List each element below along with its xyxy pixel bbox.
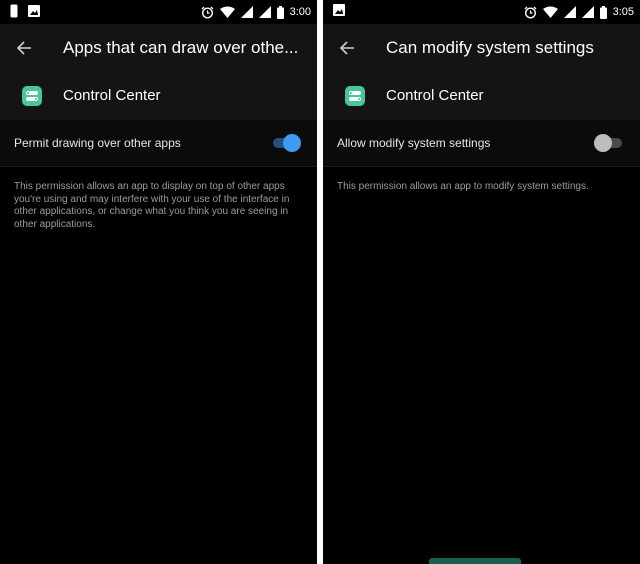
back-arrow-icon [339, 41, 354, 55]
header: Apps that can draw over othe... [0, 24, 317, 72]
image-notification-icon [333, 4, 345, 16]
page-title: Apps that can draw over othe... [63, 38, 299, 57]
permit-drawing-toggle[interactable] [271, 134, 301, 152]
image-notification-icon [28, 5, 40, 17]
modify-settings-label: Allow modify system settings [337, 136, 491, 150]
control-center-app-icon [22, 86, 42, 106]
phone-notification-icon [10, 4, 18, 18]
signal-2-icon [581, 6, 594, 18]
app-name: Control Center [63, 87, 161, 104]
wifi-icon [542, 6, 558, 18]
control-center-app-icon [345, 86, 365, 106]
alarm-icon [524, 6, 537, 19]
status-bar: 3:05 [323, 0, 640, 24]
back-arrow-icon [16, 41, 31, 55]
clock: 3:05 [612, 6, 634, 18]
wifi-icon [219, 6, 235, 18]
permission-description: This permission allows an app to display… [14, 181, 290, 230]
app-name: Control Center [386, 87, 484, 104]
right-screen: 3:05 Can modify system settings Control … [323, 0, 640, 564]
permit-drawing-row[interactable]: Permit drawing over other apps [0, 120, 317, 167]
header: Can modify system settings [323, 24, 640, 72]
left-screen: 3:00 Apps that can draw over othe... Con… [0, 0, 317, 564]
modify-settings-row[interactable]: Allow modify system settings [323, 120, 640, 167]
app-row: Control Center [323, 72, 640, 120]
clock: 3:00 [289, 6, 311, 18]
modify-settings-toggle[interactable] [594, 134, 624, 152]
permit-drawing-label: Permit drawing over other apps [14, 136, 181, 150]
battery-icon [276, 5, 284, 19]
battery-icon [599, 5, 607, 19]
back-button[interactable] [335, 36, 359, 60]
signal-icon [563, 6, 576, 18]
back-button[interactable] [12, 36, 36, 60]
signal-2-icon [258, 6, 271, 18]
status-bar: 3:00 [0, 0, 317, 24]
alarm-icon [201, 6, 214, 19]
page-title: Can modify system settings [386, 38, 594, 57]
permission-description: This permission allows an app to modify … [337, 181, 589, 192]
signal-icon [240, 6, 253, 18]
app-row: Control Center [0, 72, 317, 120]
bottom-edge-glow [429, 558, 521, 564]
